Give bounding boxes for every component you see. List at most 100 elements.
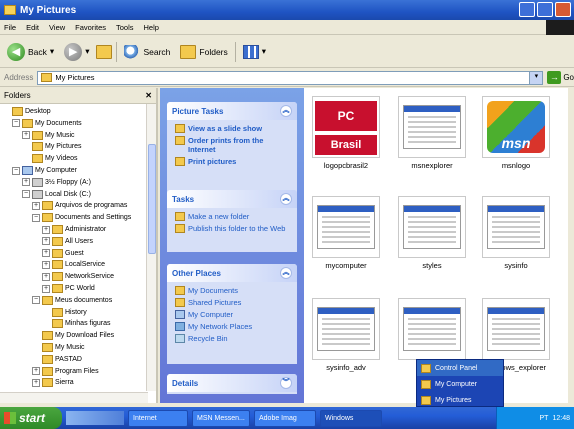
expand-toggle-icon[interactable]: + (32, 378, 40, 387)
tree-item[interactable]: My Download Files (32, 330, 114, 341)
menu-favorites[interactable]: Favorites (75, 23, 106, 32)
tree-item[interactable]: + Program Files (32, 366, 99, 377)
tree-item[interactable]: + All Users (42, 236, 93, 247)
maximize-button[interactable] (537, 2, 553, 17)
expand-toggle-icon[interactable]: + (42, 272, 50, 281)
menu-help[interactable]: Help (144, 23, 159, 32)
tree-item[interactable]: My Music (32, 342, 85, 353)
taskbar-button-msn[interactable]: MSN Messen... (192, 409, 250, 427)
clock[interactable]: 12:48 (552, 415, 570, 422)
place-my-documents[interactable]: My Documents (175, 286, 291, 295)
new-folder-link[interactable]: Make a new folder (175, 212, 291, 221)
expand-toggle-icon[interactable]: − (12, 166, 20, 175)
expand-toggle-icon[interactable]: − (12, 119, 20, 128)
back-button[interactable]: ◀ Back ▾ (4, 41, 57, 63)
expand-toggle-icon[interactable]: + (32, 201, 40, 210)
tree-item[interactable]: − Meus documentos (32, 295, 112, 306)
tree-item[interactable]: + Administrator (42, 224, 106, 235)
menu-view[interactable]: View (49, 23, 65, 32)
file-thumbnail[interactable]: msnexplorer (392, 96, 472, 170)
tasks-header[interactable]: Tasks ︽ (167, 190, 297, 208)
tree-item[interactable]: Desktop (2, 106, 51, 117)
collapse-chevron-icon[interactable]: ︽ (280, 105, 292, 117)
popup-item-my-computer[interactable]: My Computer (417, 376, 503, 392)
collapse-chevron-icon[interactable]: ︽ (280, 267, 292, 279)
place-my-computer[interactable]: My Computer (175, 310, 291, 319)
tree-item[interactable]: History (42, 307, 87, 318)
expand-toggle-icon[interactable]: − (22, 190, 30, 199)
menu-edit[interactable]: Edit (26, 23, 39, 32)
tree-item[interactable]: My Videos (22, 153, 78, 164)
tree-item[interactable]: − My Documents (12, 118, 82, 129)
minimize-button[interactable] (519, 2, 535, 17)
order-prints-link[interactable]: Order prints from the Internet (175, 136, 291, 154)
expand-toggle-icon[interactable]: − (32, 296, 40, 305)
up-folder-icon[interactable] (96, 44, 113, 59)
expand-toggle-icon[interactable]: + (42, 225, 50, 234)
publish-web-link[interactable]: Publish this folder to the Web (175, 224, 291, 233)
tree-item[interactable]: + Arquivos de programas (32, 200, 127, 211)
scroll-thumb[interactable] (148, 144, 156, 254)
file-thumbnail[interactable]: sysinfo (476, 196, 556, 270)
expand-toggle-icon[interactable]: + (42, 284, 50, 293)
views-button[interactable]: ▾ (240, 43, 269, 61)
details-header[interactable]: Details ︾ (167, 374, 297, 392)
tree-item[interactable]: +3½ Floppy (A:) (22, 177, 91, 188)
close-icon[interactable]: ✕ (145, 91, 152, 100)
address-input[interactable]: My Pictures ▾ (37, 70, 544, 85)
tree-item[interactable]: PASTAD (32, 354, 82, 365)
taskbar-button-windows[interactable]: Windows (320, 409, 382, 427)
tree-item[interactable]: + Guest (42, 248, 84, 259)
tree-item[interactable]: + PC World (42, 283, 95, 294)
tree-item[interactable]: + NetworkService (42, 271, 114, 282)
place-recycle-bin[interactable]: Recycle Bin (175, 334, 291, 343)
expand-chevron-icon[interactable]: ︾ (280, 377, 292, 389)
taskbar-button-adobe[interactable]: Adobe Imag (254, 409, 316, 427)
popup-item-control-panel[interactable]: Control Panel (417, 360, 503, 376)
file-thumbnail[interactable]: mycomputer (306, 196, 386, 270)
picture-tasks-header[interactable]: Picture Tasks ︽ (167, 102, 297, 120)
go-button[interactable]: → Go (547, 71, 574, 84)
place-shared-pictures[interactable]: Shared Pictures (175, 298, 291, 307)
tree-item[interactable]: − My Computer (12, 165, 77, 176)
collapse-chevron-icon[interactable]: ︽ (280, 193, 292, 205)
tree-item[interactable]: My Pictures (22, 141, 82, 152)
content-scrollbar[interactable] (568, 88, 574, 403)
file-thumbnail[interactable] (392, 298, 472, 363)
title-bar[interactable]: My Pictures (0, 0, 574, 20)
place-my-network[interactable]: My Network Places (175, 322, 291, 331)
tree-item[interactable]: + LocalService (42, 259, 105, 270)
start-button[interactable]: start (0, 407, 62, 429)
expand-toggle-icon[interactable]: + (22, 131, 30, 140)
horizontal-scrollbar[interactable] (0, 392, 148, 403)
vertical-scrollbar[interactable] (146, 104, 156, 391)
search-button[interactable]: Search (121, 43, 173, 61)
expand-toggle-icon[interactable]: + (42, 249, 50, 258)
tree-item[interactable]: − Local Disk (C:) (22, 189, 91, 200)
chevron-down-icon[interactable]: ▾ (50, 46, 54, 57)
tree-item[interactable]: − Documents and Settings (32, 212, 131, 223)
language-indicator[interactable]: PT (540, 415, 549, 422)
file-thumbnail[interactable]: PC WORLDBrasil logopcbrasil2 (306, 96, 386, 170)
close-button[interactable] (555, 2, 571, 17)
file-thumbnail[interactable]: styles (392, 196, 472, 270)
other-places-header[interactable]: Other Places ︽ (167, 264, 297, 282)
address-dropdown-button[interactable]: ▾ (529, 71, 543, 84)
slideshow-link[interactable]: View as a slide show (175, 124, 291, 133)
popup-item-my-pictures[interactable]: My Pictures (417, 392, 503, 408)
expand-toggle-icon[interactable]: + (22, 178, 30, 187)
tree-item[interactable]: Minhas figuras (42, 318, 111, 329)
chevron-down-icon[interactable]: ▾ (85, 46, 89, 57)
forward-button[interactable]: ▶ ▾ (61, 41, 92, 63)
expand-toggle-icon[interactable]: − (32, 213, 40, 222)
taskbar-button-internet[interactable]: Internet (128, 409, 188, 427)
menu-tools[interactable]: Tools (116, 23, 134, 32)
print-pictures-link[interactable]: Print pictures (175, 157, 291, 166)
tree-item[interactable]: + Sierra (32, 377, 74, 388)
expand-toggle-icon[interactable]: + (32, 367, 40, 376)
expand-toggle-icon[interactable]: + (42, 260, 50, 269)
folders-button[interactable]: Folders (177, 43, 230, 61)
quick-launch[interactable] (66, 411, 124, 425)
expand-toggle-icon[interactable]: + (42, 237, 50, 246)
tree-item[interactable]: + My Music (22, 130, 75, 141)
